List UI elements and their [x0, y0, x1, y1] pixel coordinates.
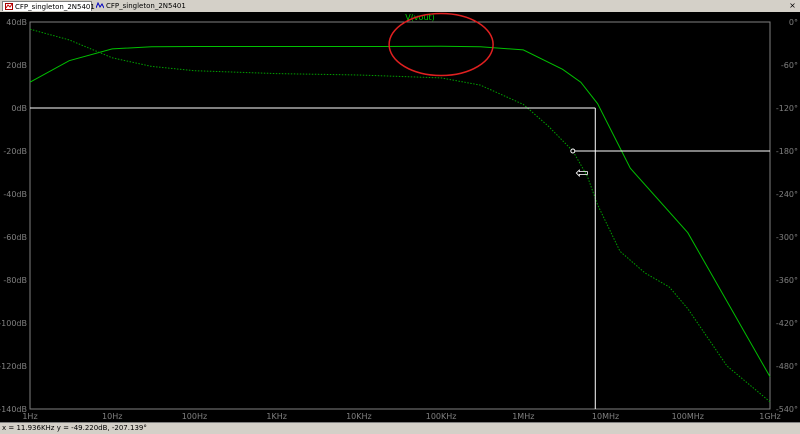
y-right-tick-label: -540° [776, 405, 798, 414]
cursor[interactable] [30, 107, 770, 409]
highlight-circle [388, 12, 494, 77]
y-left-tick-label: 0dB [11, 104, 27, 113]
phase-marker-dot[interactable] [570, 148, 576, 154]
y-left-tick-label: -80dB [3, 276, 27, 285]
y-left-tick-label: 20dB [6, 61, 27, 70]
magnitude-trace [29, 45, 771, 378]
tab-label: CFP_singleton_2N5401 [106, 2, 186, 10]
y-left-tick-label: -140dB [0, 405, 27, 414]
y-left-tick-label: -20dB [3, 147, 27, 156]
bode-plot[interactable]: V(vout) 1Hz 10Hz 100Hz 1KHz 10KHz 100KHz 1MHz 1… [0, 12, 800, 422]
y-right-tick-label: -240° [776, 190, 798, 199]
phase-trace [29, 28, 771, 403]
y-right-tick-labels: 0°60°-60°-120°-180°-240°-300°-360°-420°-… [776, 18, 798, 414]
y-right-tick-label: -300° [776, 233, 798, 242]
x-tick-label: 10KHz [346, 412, 372, 421]
tab-label: CFP_singleton_2N5401 [15, 3, 95, 11]
y-left-tick-label: -60dB [3, 233, 27, 242]
y-right-tick-label: -360° [776, 276, 798, 285]
y-right-tick-label: -180° [776, 147, 798, 156]
x-tick-label: 10Hz [102, 412, 122, 421]
traces [29, 28, 771, 403]
y-right-tick-label: -480° [776, 362, 798, 371]
close-icon: × [789, 1, 796, 10]
annotations: ⇦ [388, 12, 589, 182]
x-tick-label: 1MHz [512, 412, 534, 421]
y-left-tick-labels: 40dB 20dB 0dB -20dB -40dB -60dB -80dB -100dB -12… [0, 18, 27, 414]
y-left-tick-label: -40dB [3, 190, 27, 199]
tab-plot-active[interactable]: CFP_singleton_2N5401 [2, 1, 95, 11]
plot-frame [29, 21, 771, 410]
close-button[interactable]: × [788, 1, 797, 10]
y-left-tick-label: -120dB [0, 362, 27, 371]
y-right-tick-label: -120° [776, 104, 798, 113]
y-right-tick-label: 0° [789, 18, 798, 27]
cursor-readout: x = 11.936KHz y = -49.220dB, -207.139° [2, 424, 147, 432]
y-right-tick-label: -420° [776, 319, 798, 328]
x-tick-label: 100KHz [426, 412, 457, 421]
schematic-icon [5, 3, 13, 10]
y-left-tick-label: 40dB [6, 18, 27, 27]
x-tick-label: 1KHz [266, 412, 287, 421]
arrow-left-icon: ⇦ [575, 163, 588, 182]
tab-plot-inactive[interactable]: CFP_singleton_2N5401 [94, 1, 188, 11]
x-tick-labels: 1Hz 10Hz 100Hz 1KHz 10KHz 100KHz 1MHz 10MHz 100M… [22, 412, 780, 421]
x-tick-label: 100MHz [672, 412, 704, 421]
y-right-tick-label: -60° [781, 61, 798, 70]
status-bar: x = 11.936KHz y = -49.220dB, -207.139° [0, 422, 800, 434]
plot-area[interactable]: V(vout) 1Hz 10Hz 100Hz 1KHz 10KHz 100KHz 1MHz 1… [0, 12, 800, 422]
y-left-tick-label: -100dB [0, 319, 27, 328]
waveform-icon [96, 2, 104, 9]
x-tick-label: 10MHz [592, 412, 619, 421]
x-tick-label: 100Hz [182, 412, 207, 421]
